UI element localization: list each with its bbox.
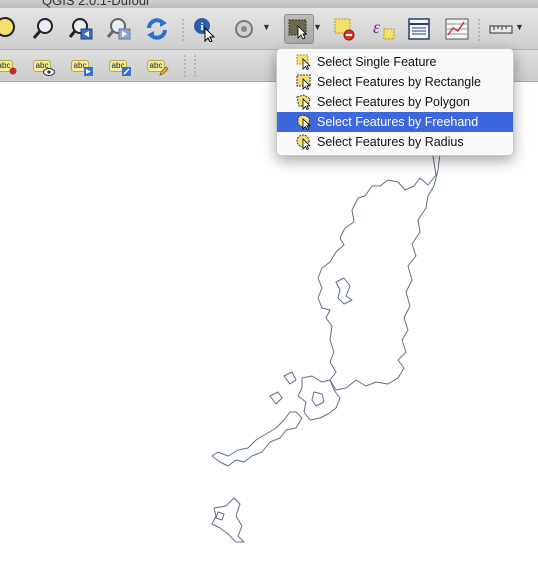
pencil-icon <box>159 66 170 76</box>
zoom-in-icon <box>0 17 15 37</box>
zoom-next-button[interactable] <box>104 14 134 44</box>
identify-features-button[interactable]: i <box>190 14 220 44</box>
middle-island-inner-shape <box>311 391 325 407</box>
inner-bay-shape <box>335 277 353 305</box>
chevron-down-icon[interactable]: ▼ <box>313 22 322 32</box>
zoom-next-icon <box>106 18 131 40</box>
select-freehand-icon <box>297 114 311 130</box>
menu-item-label: Select Features by Radius <box>317 135 464 149</box>
label-change-button[interactable]: abc <box>144 55 172 77</box>
deselect-features-icon <box>334 18 355 41</box>
menu-item-label: Select Features by Polygon <box>317 95 470 109</box>
attribute-table-icon <box>408 18 430 40</box>
menu-item-select-single-feature[interactable]: Select Single Feature <box>277 52 513 72</box>
select-polygon-icon <box>296 94 311 110</box>
islet-shape <box>283 371 297 385</box>
select-features-menu: Select Single Feature Select Features by… <box>276 48 514 156</box>
chevron-down-icon[interactable]: ▼ <box>515 22 524 32</box>
overflow-toolbar-button[interactable] <box>530 14 538 44</box>
refresh-button[interactable] <box>142 14 172 44</box>
select-features-icon <box>288 19 307 40</box>
label-show-hide-button[interactable]: abc <box>30 55 58 77</box>
map-navigation-toolbar: i ▼ ▼ ε ▼ <box>0 8 538 50</box>
toolbar-separator <box>182 18 184 42</box>
zoom-out-button[interactable] <box>28 14 58 44</box>
measure-icon <box>489 25 513 34</box>
statistics-button[interactable] <box>442 14 472 44</box>
islet-shape <box>215 511 225 521</box>
menu-item-label: Select Features by Freehand <box>317 115 479 129</box>
svg-text:i: i <box>200 21 203 33</box>
deselect-features-button[interactable] <box>330 14 360 44</box>
svg-text:ε: ε <box>373 17 381 37</box>
menu-item-label: Select Features by Rectangle <box>317 75 481 89</box>
field-calculator-icon: ε <box>373 17 395 40</box>
statistics-icon <box>445 18 469 40</box>
menu-item-select-by-rectangle[interactable]: Select Features by Rectangle <box>277 72 513 92</box>
toolbar-separator <box>194 54 196 78</box>
toolbar-separator <box>478 18 480 42</box>
select-features-button[interactable] <box>284 14 314 44</box>
chevron-down-icon[interactable]: ▼ <box>262 22 271 32</box>
arrow-right-icon <box>84 66 94 76</box>
zoom-last-button[interactable] <box>66 14 96 44</box>
measure-button[interactable] <box>486 14 516 44</box>
pin-icon <box>9 67 17 75</box>
islet-shape <box>269 391 283 405</box>
run-action-icon <box>235 20 253 38</box>
zoom-in-button[interactable] <box>0 14 20 44</box>
layer-labeling-button[interactable]: abc <box>0 55 20 77</box>
select-rectangle-icon <box>296 74 311 90</box>
zoom-out-icon <box>32 18 53 39</box>
window-titlebar: QGIS 2.0.1-Dufour <box>0 0 538 8</box>
menu-item-label: Select Single Feature <box>317 55 437 69</box>
southern-island-shape <box>211 497 245 543</box>
field-calculator-button[interactable]: ε <box>368 14 398 44</box>
label-move-button[interactable]: abc <box>68 55 96 77</box>
southern-chain-shape <box>211 411 303 467</box>
rotate-icon <box>122 66 132 76</box>
run-action-button[interactable] <box>230 14 260 44</box>
select-radius-icon <box>296 134 311 150</box>
menu-item-select-by-freehand[interactable]: Select Features by Freehand <box>277 112 513 132</box>
window-title: QGIS 2.0.1-Dufour <box>42 0 151 8</box>
attribute-table-button[interactable] <box>404 14 434 44</box>
main-island-shape <box>317 149 441 391</box>
zoom-last-icon <box>68 18 93 40</box>
identify-features-icon: i <box>194 18 216 42</box>
eye-icon <box>43 68 56 76</box>
toolbar-separator <box>184 54 186 78</box>
menu-item-select-by-polygon[interactable]: Select Features by Polygon <box>277 92 513 112</box>
refresh-icon <box>147 18 167 40</box>
select-single-icon <box>296 54 311 70</box>
middle-island-shape <box>297 375 341 421</box>
label-rotate-button[interactable]: abc <box>106 55 134 77</box>
menu-item-select-by-radius[interactable]: Select Features by Radius <box>277 132 513 152</box>
